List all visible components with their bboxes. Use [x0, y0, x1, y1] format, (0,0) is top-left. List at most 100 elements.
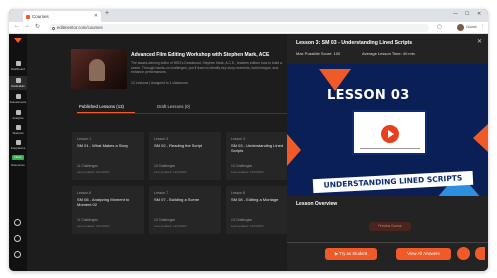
tabs-divider	[77, 113, 287, 114]
app-sidebar: Dashboard Curriculum Assessments Analyti…	[9, 34, 27, 271]
profile-avatar[interactable]	[457, 24, 464, 31]
close-window-button[interactable]: ✕	[477, 11, 481, 17]
settings-icon[interactable]	[14, 219, 21, 226]
preview-course-button[interactable]: Preview Course	[369, 222, 411, 231]
accessibility-icon[interactable]	[475, 247, 485, 260]
lesson-title: SM 03 - Understanding Lined Scripts	[231, 143, 284, 153]
lesson-number: Lesson 7	[154, 191, 169, 195]
play-icon[interactable]	[381, 125, 399, 143]
logo-icon[interactable]	[14, 38, 22, 43]
lesson-updated: Last updated: 12/2/2020	[231, 170, 264, 174]
lesson-detail-panel: Lesson 3: SM 03 - Understanding Lined Sc…	[287, 34, 488, 271]
course-title: Advanced Film Editing Workshop with Step…	[131, 52, 270, 58]
sidebar-item-label: Dashboard	[11, 67, 25, 71]
favicon-icon	[26, 14, 30, 19]
avg-lesson-time: Average Lesson Time: 40 min	[362, 51, 415, 56]
lesson-challenges: 11 Challenges	[77, 218, 98, 222]
instructor-figure	[89, 59, 105, 81]
lesson-number: Lesson 3	[231, 137, 246, 141]
chat-icon[interactable]	[457, 247, 470, 260]
lesson-number: Lesson 1	[77, 137, 92, 141]
progress-bar	[360, 147, 420, 149]
tab-title: Courses	[32, 14, 49, 19]
panel-divider	[287, 242, 488, 243]
orange-right-shape	[473, 124, 488, 152]
lesson-banner: LESSON 03 UNDERSTANDING LINED SCRIPTS	[287, 64, 488, 196]
lesson-challenges: 11 Challenges	[77, 164, 98, 168]
url-text: editmentor.com/courses	[57, 25, 103, 30]
lesson-updated: Last updated: 12/2/2020	[231, 224, 264, 228]
sidebar-item-label: Integrations	[10, 146, 26, 150]
sidebar-item-label: Students	[12, 131, 24, 135]
browser-menu-icon[interactable]: ⋮	[480, 24, 485, 30]
active-tab-underline	[77, 112, 135, 113]
sidebar-item-resources[interactable]: Resources	[9, 162, 27, 167]
lesson-card[interactable]: Lesson 1 SM 01 - What Makes a Story 11 C…	[72, 132, 144, 180]
extensions-icon[interactable]: ▢	[437, 24, 442, 30]
lesson-card[interactable]: Lesson 6 SM 06 - Analyzing Moment to Mom…	[72, 186, 144, 234]
lesson-updated: Last updated: 12/2/2020	[77, 170, 110, 174]
tab-draft-lessons[interactable]: Draft Lessons (0)	[157, 104, 190, 109]
video-player[interactable]	[352, 110, 427, 155]
power-icon[interactable]	[14, 251, 21, 258]
lesson-number: Lesson 6	[77, 191, 92, 195]
help-icon[interactable]	[14, 235, 21, 242]
orange-side-shape	[287, 134, 301, 166]
address-bar: ← → ↻ editmentor.com/courses ▢ Guest ⋮	[9, 22, 488, 34]
back-button[interactable]: ←	[14, 23, 20, 29]
lesson-updated: Last updated: 12/2/2020	[154, 224, 187, 228]
lesson-title: SM 06 - Analyzing Moment to Moment 02	[77, 197, 130, 207]
browser-window: Courses ✕ + — ☐ ✕ ← → ↻ editmentor.com/c…	[9, 9, 488, 271]
overview-heading: Lesson Overview	[296, 201, 338, 207]
url-field[interactable]: editmentor.com/courses	[49, 24, 429, 32]
plug-icon	[15, 140, 21, 145]
lesson-title: SM 08 - Editing a Montage	[231, 197, 279, 202]
user-icon	[15, 125, 21, 130]
lesson-title: SM 07 - Building a Scene	[154, 197, 200, 202]
tab-close-icon[interactable]: ✕	[94, 11, 98, 22]
lesson-updated: Last updated: 12/2/2020	[77, 224, 110, 228]
clipboard-icon	[15, 94, 21, 99]
lesson-number: Lesson 8	[231, 191, 246, 195]
course-meta: 13 Lessons | Assigned to 1 classroom	[131, 81, 188, 85]
lesson-challenges: 13 Challenges	[231, 218, 253, 222]
new-tab-button[interactable]: +	[105, 10, 109, 17]
grid-icon	[15, 61, 21, 66]
news-badge[interactable]: News	[12, 155, 24, 160]
chart-icon	[15, 110, 21, 115]
lesson-card[interactable]: Lesson 7 SM 07 - Building a Scene 10 Cha…	[149, 186, 221, 234]
sidebar-item-analytics[interactable]: Analytics	[9, 110, 27, 120]
lesson-number: Lesson 2	[154, 137, 169, 141]
sidebar-item-label: Analytics	[12, 116, 24, 120]
browser-tab[interactable]: Courses ✕	[23, 11, 101, 22]
sidebar-item-assessments[interactable]: Assessments	[9, 94, 27, 104]
lesson-challenges: 10 Challenges	[231, 164, 253, 168]
lesson-card[interactable]: Lesson 2 SM 02 - Reading the Script 10 C…	[149, 132, 221, 180]
course-description: The award-winning editor of HBO's Deadwo…	[131, 61, 282, 75]
maximize-button[interactable]: ☐	[465, 11, 469, 17]
banner-heading: LESSON 03	[327, 88, 410, 103]
tab-published-lessons[interactable]: Published Lessons (13)	[79, 104, 124, 109]
course-thumbnail	[71, 49, 127, 89]
panel-title: Lesson 3: SM 03 - Understanding Lined Sc…	[296, 40, 413, 46]
sidebar-item-label: Resources	[11, 163, 25, 167]
close-icon[interactable]: ✕	[477, 38, 482, 45]
sidebar-item-label: Assessments	[9, 100, 27, 104]
sidebar-item-integrations[interactable]: Integrations	[9, 140, 27, 150]
forward-button[interactable]: →	[24, 23, 30, 29]
sidebar-item-students[interactable]: Students	[9, 125, 27, 135]
try-as-student-button[interactable]: ▶ Try as Student	[325, 248, 377, 260]
sidebar-item-label: Curriculum	[11, 84, 25, 88]
lesson-updated: Last updated: 12/2/2020	[154, 170, 187, 174]
reload-button[interactable]: ↻	[35, 23, 40, 30]
minimize-button[interactable]: —	[453, 11, 458, 17]
course-main: Advanced Film Editing Workshop with Step…	[27, 34, 298, 271]
sidebar-item-dashboard[interactable]: Dashboard	[9, 61, 27, 71]
lesson-challenges: 10 Challenges	[154, 218, 176, 222]
book-icon	[15, 78, 21, 83]
lesson-title: SM 02 - Reading the Script	[154, 143, 203, 148]
browser-tabbar: Courses ✕ + — ☐ ✕	[9, 9, 488, 22]
lesson-title: SM 01 - What Makes a Story	[77, 143, 129, 148]
sidebar-item-curriculum[interactable]: Curriculum	[9, 76, 27, 90]
view-all-answers-button[interactable]: View All Answers	[396, 248, 451, 260]
